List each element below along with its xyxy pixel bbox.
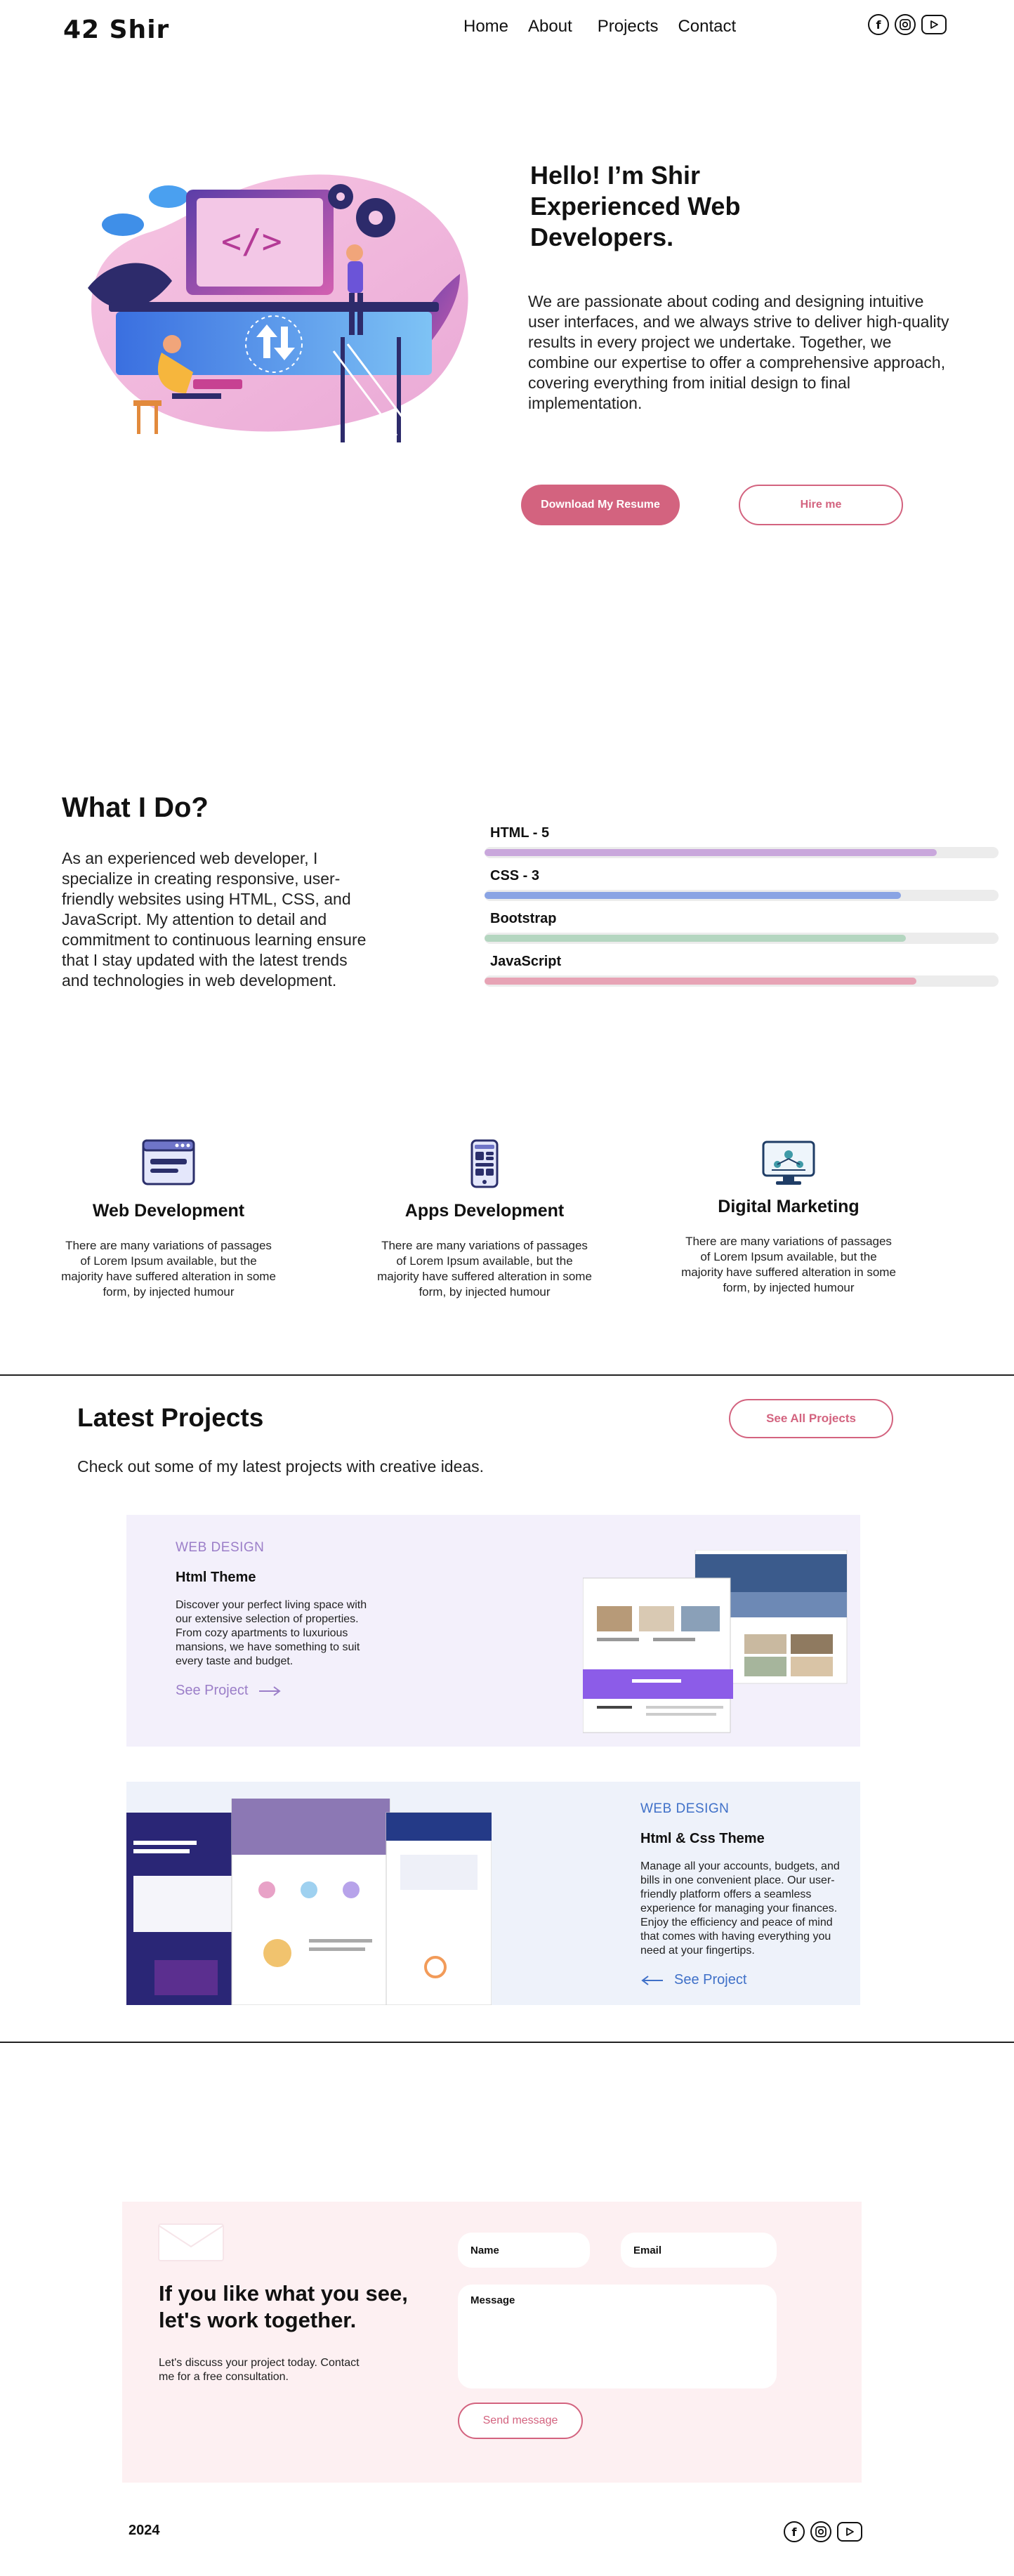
see-project-label: See Project: [176, 1683, 249, 1698]
site-header: 42 Shir Home About Projects Contact f: [0, 0, 1014, 56]
skill-html: HTML - 5: [485, 823, 999, 858]
contact-subtitle: Let's discuss your project today. Contac…: [159, 2357, 360, 2383]
youtube-icon[interactable]: [921, 15, 947, 34]
site-logo[interactable]: 42 Shir: [63, 15, 169, 44]
skill-bar-track: [485, 975, 999, 987]
footer-socials: f: [784, 2521, 862, 2542]
see-project-link[interactable]: See Project: [176, 1683, 379, 1699]
send-message-button[interactable]: Send message: [458, 2403, 583, 2439]
developer-illustration: </>: [88, 174, 468, 442]
finance-theme-screenshot: [126, 1799, 492, 2005]
latest-projects-title: Latest Projects: [77, 1403, 264, 1432]
project-description: Manage all your accounts, budgets, and b…: [640, 1860, 840, 1957]
skill-label: HTML - 5: [490, 825, 550, 841]
see-project-label: See Project: [674, 1972, 747, 1987]
skill-label: Bootstrap: [490, 911, 557, 926]
header-socials: f: [868, 14, 947, 35]
contact-section: If you like what you see, let's work tog…: [122, 2202, 862, 2483]
what-i-do-title: What I Do?: [62, 792, 209, 823]
footer-year: 2024: [129, 2523, 160, 2538]
svg-text:</>: </>: [221, 222, 282, 261]
skill-javascript: JavaScript: [485, 952, 999, 987]
service-title: Web Development: [92, 1201, 245, 1221]
facebook-icon[interactable]: f: [784, 2521, 805, 2542]
arrow-right-icon: [259, 1685, 282, 1696]
hero-description: We are passionate about coding and desig…: [528, 292, 949, 412]
monitor-network-icon: [762, 1141, 815, 1185]
section-divider: [0, 1374, 1014, 1376]
skill-bar-track: [485, 890, 999, 901]
nav-contact[interactable]: Contact: [678, 17, 736, 37]
nav-about[interactable]: About: [528, 17, 572, 37]
service-digital-marketing: Digital Marketing There are many variati…: [680, 1139, 897, 1296]
see-project-link[interactable]: See Project: [640, 1972, 841, 1988]
skill-bootstrap: Bootstrap: [485, 909, 999, 944]
envelope-icon: [158, 2223, 224, 2261]
main-nav: Home About Projects Contact: [463, 17, 736, 37]
service-title: Digital Marketing: [718, 1197, 860, 1216]
nav-home[interactable]: Home: [463, 17, 508, 37]
service-web-development: Web Development There are many variation…: [60, 1139, 277, 1300]
email-field[interactable]: [621, 2233, 777, 2268]
skill-bar-fill: [485, 978, 916, 985]
service-description: There are many variations of passages of…: [377, 1239, 592, 1299]
latest-projects-subtitle: Check out some of my latest projects wit…: [77, 1457, 485, 1476]
arrow-left-icon: [641, 1975, 663, 1985]
skill-css: CSS - 3: [485, 866, 999, 901]
youtube-icon[interactable]: [837, 2522, 862, 2542]
skill-label: CSS - 3: [490, 868, 540, 883]
contact-title: If you like what you see, let's work tog…: [159, 2281, 408, 2332]
service-apps-development: Apps Development There are many variatio…: [376, 1139, 593, 1300]
see-all-projects-button[interactable]: See All Projects: [729, 1399, 893, 1438]
project-card-html-css-theme[interactable]: WEB DESIGN Html & Css Theme Manage all y…: [126, 1782, 860, 2005]
hero-title: Hello! I’m Shir Experienced Web Develope…: [530, 161, 741, 251]
service-description: There are many variations of passages of…: [61, 1239, 276, 1299]
nav-projects[interactable]: Projects: [598, 17, 659, 37]
project-card-html-theme[interactable]: WEB DESIGN Html Theme Discover your perf…: [126, 1515, 860, 1747]
project-card-body: WEB DESIGN Html & Css Theme Manage all y…: [640, 1801, 841, 1988]
project-tag: WEB DESIGN: [176, 1540, 265, 1555]
name-field[interactable]: [458, 2233, 590, 2268]
browser-window-icon: [142, 1139, 195, 1185]
service-description: There are many variations of passages of…: [681, 1235, 896, 1294]
service-title: Apps Development: [404, 1201, 565, 1221]
instagram-icon[interactable]: [810, 2521, 831, 2542]
project-name: Html & Css Theme: [640, 1831, 765, 1846]
project-description: Discover your perfect living space with …: [176, 1599, 367, 1667]
mobile-app-icon: [470, 1139, 499, 1188]
download-resume-button[interactable]: Download My Resume: [521, 485, 680, 525]
hire-me-button[interactable]: Hire me: [739, 485, 903, 525]
message-field[interactable]: [458, 2285, 777, 2388]
what-i-do-description: As an experienced web developer, I speci…: [62, 849, 367, 990]
section-divider: [0, 2042, 1014, 2043]
real-estate-theme-screenshot: [583, 1550, 848, 1733]
skill-bar-track: [485, 847, 999, 858]
project-card-body: WEB DESIGN Html Theme Discover your perf…: [176, 1540, 379, 1699]
skill-bar-fill: [485, 935, 907, 942]
skill-bar-fill: [485, 892, 901, 899]
instagram-icon[interactable]: [895, 14, 916, 35]
project-tag: WEB DESIGN: [640, 1801, 730, 1816]
skill-bar-track: [485, 933, 999, 944]
skill-bar-fill: [485, 849, 937, 856]
facebook-icon[interactable]: f: [868, 14, 889, 35]
skill-label: JavaScript: [490, 954, 562, 969]
project-name: Html Theme: [176, 1570, 256, 1585]
